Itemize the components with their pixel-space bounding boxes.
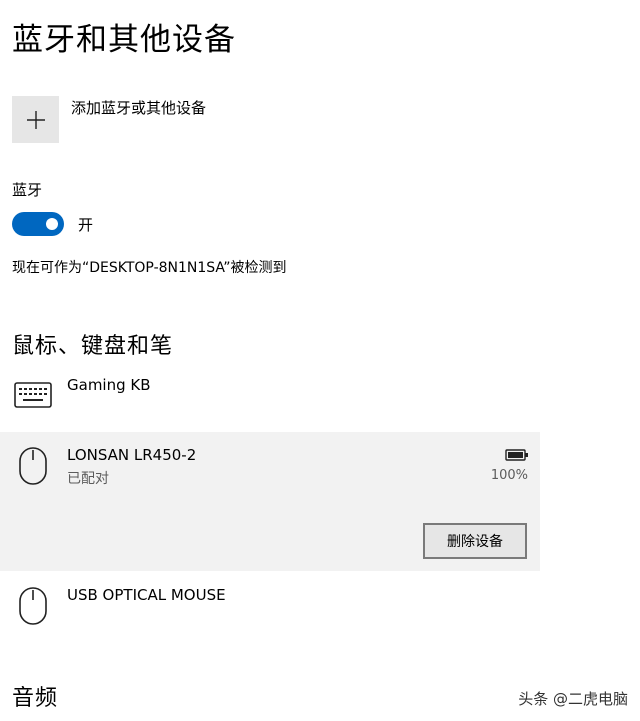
device-item-lonsan-lr450-2[interactable]: LONSAN LR450-2 已配对 100% 删除设备 [0,432,540,571]
device-name: Gaming KB [67,376,151,394]
settings-page: 蓝牙和其他设备 添加蓝牙或其他设备 蓝牙 开 现在可作为“DESKTOP-8N1… [0,0,640,721]
audio-section-title: 音频 [12,686,59,711]
device-status: 已配对 [67,471,109,487]
watermark-text: 头条 @二虎电脑 [518,690,628,708]
bluetooth-toggle[interactable] [12,212,64,236]
plus-icon [26,110,45,129]
device-name: USB OPTICAL MOUSE [67,586,226,604]
mouse-icon [19,587,47,625]
battery-icon [505,449,528,461]
toggle-knob [46,218,58,230]
battery-percentage: 100% [490,468,528,483]
remove-device-button[interactable]: 删除设备 [423,523,527,559]
device-item-gaming-kb[interactable]: Gaming KB [0,372,540,422]
keyboard-icon [14,382,52,408]
add-icon-box[interactable] [12,96,59,143]
device-item-usb-optical-mouse[interactable]: USB OPTICAL MOUSE [0,580,540,640]
add-device-button[interactable]: 添加蓝牙或其他设备 [12,96,206,143]
add-device-label[interactable]: 添加蓝牙或其他设备 [71,98,206,118]
device-name: LONSAN LR450-2 [67,446,197,464]
discoverable-text: 现在可作为“DESKTOP-8N1N1SA”被检测到 [12,260,287,276]
bluetooth-heading: 蓝牙 [12,181,43,199]
bluetooth-toggle-row[interactable]: 开 [12,212,93,236]
page-title: 蓝牙和其他设备 [12,22,236,58]
bluetooth-toggle-state: 开 [78,215,94,234]
input-devices-section-title: 鼠标、键盘和笔 [12,334,174,359]
mouse-icon [19,447,47,485]
